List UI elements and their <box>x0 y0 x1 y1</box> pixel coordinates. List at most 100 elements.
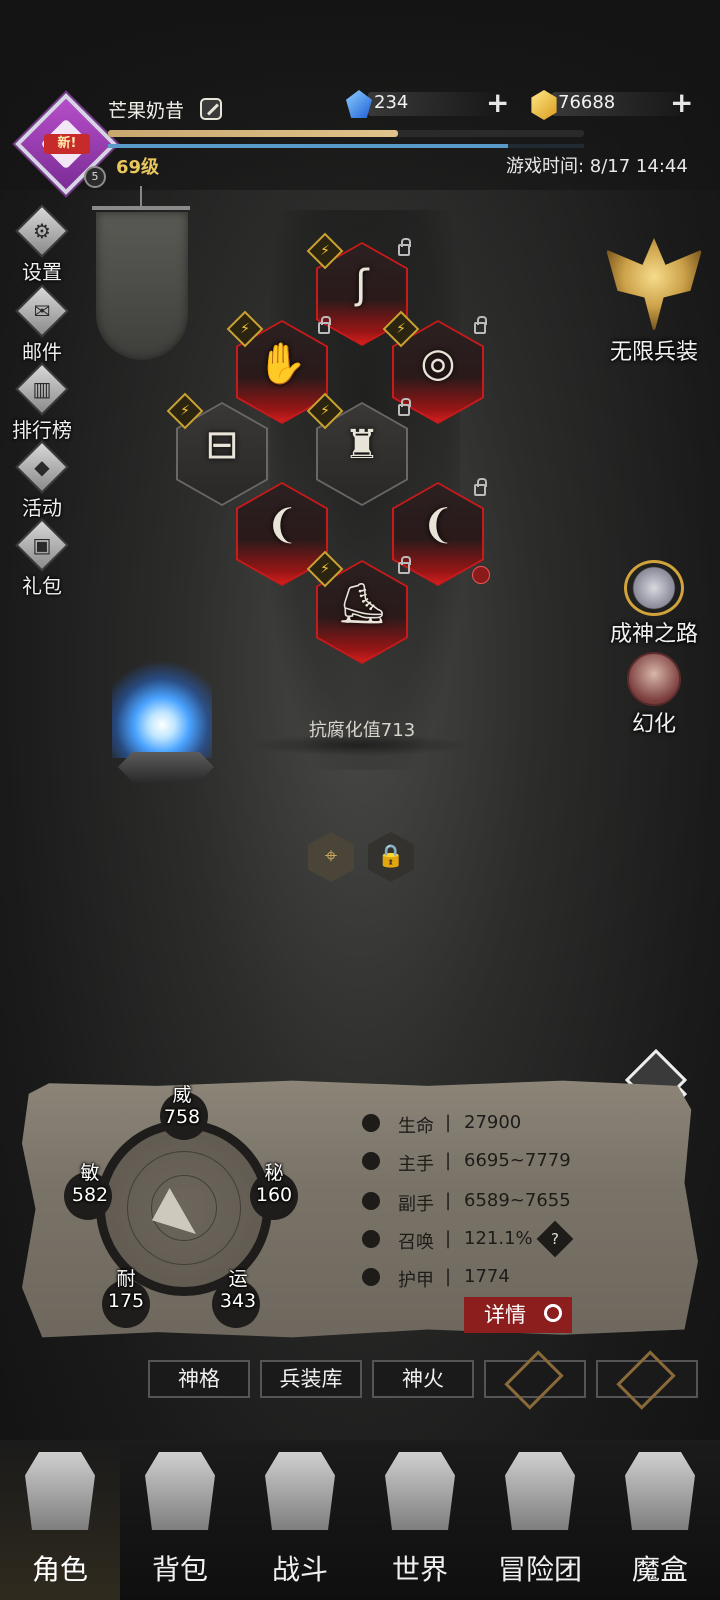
experience-bar-fill <box>108 130 399 137</box>
summon-icon <box>362 1230 380 1248</box>
horn-weapon-icon: ❨ <box>265 502 299 548</box>
attr-wei-label: 威 <box>172 1084 192 1106</box>
heart-icon <box>362 1114 380 1132</box>
banner-string <box>140 186 142 208</box>
nav-magic-box[interactable]: 魔盒 <box>600 1440 720 1600</box>
path-to-godhood-button[interactable]: 成神之路 <box>594 560 714 648</box>
attr-mi-value: 160 <box>255 1184 293 1206</box>
stat-separator: | <box>445 1112 452 1133</box>
magnifier-icon <box>544 1304 562 1322</box>
stat-row-hp: 生命 | 27900 <box>362 1110 682 1140</box>
gold-gem-amount: 76688 <box>558 92 616 113</box>
event-label: 活动 <box>22 496 62 520</box>
gift-pack-label: 礼包 <box>22 574 62 598</box>
stat-row-off-hand: 副手 | 6589~7655 <box>362 1188 682 1218</box>
attr-yun-label: 运 <box>228 1268 248 1290</box>
stat-row-summon: 召唤 | 121.1% ? <box>362 1220 682 1258</box>
shield-sword-icon <box>265 1452 335 1530</box>
game-time: 游戏时间: 8/17 14:44 <box>506 156 688 177</box>
shield-icon <box>362 1268 380 1286</box>
sword-icon <box>362 1152 380 1170</box>
nav-battle[interactable]: 战斗 <box>240 1440 360 1600</box>
equipment-slot-boots[interactable]: ⛸ ⚡ <box>306 550 412 666</box>
mail-button[interactable]: ✉ 邮件 <box>8 284 76 366</box>
helmet-icon <box>25 1452 95 1530</box>
nav-label: 魔盒 <box>631 1553 688 1586</box>
blue-flame-relic[interactable] <box>112 648 212 758</box>
lock-icon <box>398 398 411 416</box>
ranking-button[interactable]: ▥ 排行榜 <box>8 362 76 444</box>
mail-icon: ✉ <box>15 284 69 338</box>
experience-bar <box>108 130 584 137</box>
attr-mi-label: 秘 <box>264 1162 284 1184</box>
dagger-icon <box>362 1192 380 1210</box>
path-to-godhood-label: 成神之路 <box>609 622 698 647</box>
mask-icon <box>627 652 681 706</box>
lock-icon <box>398 556 411 574</box>
help-icon[interactable]: ? <box>536 1220 574 1258</box>
guild-banner[interactable] <box>96 212 188 360</box>
mail-label: 邮件 <box>22 340 62 364</box>
nav-adventure-guild[interactable]: 冒险团 <box>480 1440 600 1600</box>
nav-world[interactable]: 世界 <box>360 1440 480 1600</box>
nav-label: 背包 <box>151 1553 208 1586</box>
stat-value: 27900 <box>464 1112 522 1133</box>
gift-pack-button[interactable]: ▣ 礼包 <box>8 518 76 600</box>
add-blue-gem-button[interactable]: + <box>486 89 509 117</box>
scarf-icon: ʃ <box>355 262 369 308</box>
rank-badge: 5 <box>84 166 106 188</box>
add-gold-gem-button[interactable]: + <box>670 89 693 117</box>
cube-icon <box>625 1452 695 1530</box>
attr-mi: 秘 160 <box>244 1162 304 1206</box>
nav-label: 世界 <box>391 1553 448 1586</box>
transform-button[interactable]: 幻化 <box>594 652 714 738</box>
tab-locked-2[interactable] <box>596 1350 698 1410</box>
infinite-gear-label: 无限兵装 <box>609 340 698 365</box>
event-button[interactable]: ◆ 活动 <box>8 440 76 522</box>
nav-label: 角色 <box>31 1553 88 1586</box>
player-level: 69级 <box>116 157 160 178</box>
attr-min: 敏 582 <box>60 1162 120 1206</box>
backpack-icon <box>145 1452 215 1530</box>
details-button[interactable]: 详情 <box>464 1297 572 1333</box>
banner-rod <box>92 206 190 210</box>
boots-icon: ⛸ <box>336 581 388 627</box>
settings-button[interactable]: ⚙ 设置 <box>8 204 76 286</box>
attr-min-value: 582 <box>71 1184 109 1206</box>
stat-separator: | <box>445 1228 452 1249</box>
lock-icon <box>474 316 487 334</box>
nav-character[interactable]: 角色 <box>0 1440 120 1600</box>
tab-armory[interactable]: 兵装库 <box>260 1360 362 1398</box>
event-icon: ◆ <box>15 440 69 494</box>
lock-icon <box>318 316 331 334</box>
gauntlet-icon: ✋ <box>257 341 307 387</box>
stat-row-armor: 护甲 | 1774 <box>362 1264 682 1294</box>
infinite-gear-button[interactable]: 无限兵装 <box>594 238 714 366</box>
attr-nai-label: 耐 <box>116 1268 136 1290</box>
stat-row-main-hand: 主手 | 6695~7779 <box>362 1148 682 1178</box>
lock-icon <box>398 238 411 256</box>
new-badge: 新! <box>44 134 90 154</box>
edit-name-icon[interactable] <box>200 98 222 120</box>
ranking-icon: ▥ <box>15 362 69 416</box>
attr-yun-value: 343 <box>219 1290 257 1312</box>
tab-divinity[interactable]: 神格 <box>148 1360 250 1398</box>
tab-locked-1[interactable] <box>484 1350 586 1410</box>
attr-nai-value: 175 <box>107 1290 145 1312</box>
pin-icon: ⌖ <box>324 844 338 869</box>
attr-min-label: 敏 <box>80 1162 100 1184</box>
chain-lock-icon <box>616 1350 676 1410</box>
stat-separator: | <box>445 1150 452 1171</box>
map-scroll-icon <box>385 1452 455 1530</box>
ranking-label: 排行榜 <box>12 418 72 442</box>
lock-icon: 🔒 <box>377 844 405 869</box>
relic-pedestal <box>118 752 214 782</box>
secondary-progress-fill <box>108 144 508 148</box>
winged-sword-icon <box>606 238 702 334</box>
nav-backpack[interactable]: 背包 <box>120 1440 240 1600</box>
locked-slot-button[interactable]: 🔒 <box>368 832 414 882</box>
stat-label: 召唤 <box>398 1232 434 1253</box>
settings-label: 设置 <box>22 260 62 284</box>
location-pin-button[interactable]: ⌖ <box>308 832 354 882</box>
tab-divine-fire[interactable]: 神火 <box>372 1360 474 1398</box>
